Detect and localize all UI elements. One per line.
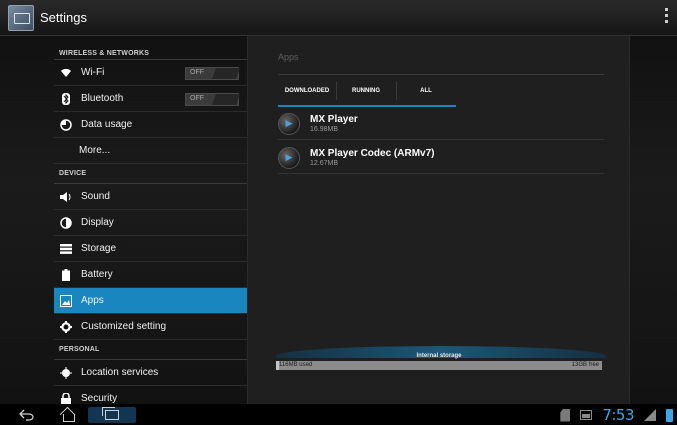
settings-item-label: More... xyxy=(79,145,111,156)
settings-item-apps[interactable]: Apps xyxy=(54,288,247,314)
signal-icon xyxy=(644,409,656,421)
sd-card-icon xyxy=(560,408,571,422)
status-tray[interactable]: 7:53 xyxy=(560,406,673,424)
speaker-icon xyxy=(59,190,73,204)
settings-item-label: Data usage xyxy=(81,119,133,130)
settings-item-label: Sound xyxy=(81,191,110,202)
home-button[interactable] xyxy=(57,407,79,423)
panel-title: Apps xyxy=(278,52,299,62)
tab-downloaded[interactable]: DOWNLOADED xyxy=(278,76,336,106)
image-notification-icon xyxy=(580,410,593,420)
apps-panel: Apps DOWNLOADED RUNNING ALL ▶ MX Player … xyxy=(247,36,630,404)
storage-bar: 116MB used 13GB free xyxy=(276,361,602,370)
app-title: Settings xyxy=(40,10,87,25)
recent-apps-button[interactable] xyxy=(88,407,136,423)
lock-icon xyxy=(59,392,73,404)
clock: 7:53 xyxy=(602,406,634,424)
storage-title: Internal storage xyxy=(416,353,462,359)
section-header-wireless: WIRELESS & NETWORKS xyxy=(54,36,247,60)
settings-item-bluetooth[interactable]: Bluetooth OFF xyxy=(54,86,247,112)
bluetooth-icon xyxy=(59,92,73,106)
settings-list[interactable]: WIRELESS & NETWORKS Wi-Fi OFF Bluetooth … xyxy=(54,36,247,404)
wifi-toggle[interactable]: OFF xyxy=(185,67,239,80)
play-icon: ▶ xyxy=(278,146,300,169)
gear-icon xyxy=(59,320,73,334)
battery-icon xyxy=(59,268,73,282)
section-header-personal: PERSONAL xyxy=(54,340,247,360)
settings-app-icon[interactable] xyxy=(8,5,34,31)
settings-item-label: Security xyxy=(81,393,118,404)
battery-status-icon xyxy=(666,408,673,422)
section-header-device: DEVICE xyxy=(54,164,247,184)
settings-item-sound[interactable]: Sound xyxy=(54,184,247,210)
tab-running[interactable]: RUNNING xyxy=(336,76,396,106)
settings-item-wifi[interactable]: Wi-Fi OFF xyxy=(54,60,247,86)
content-area: WIRELESS & NETWORKS Wi-Fi OFF Bluetooth … xyxy=(0,36,677,404)
settings-item-more[interactable]: More... xyxy=(54,138,247,164)
settings-item-label: Storage xyxy=(81,243,117,254)
toggle-state: OFF xyxy=(190,95,204,102)
storage-used-label: 116MB used xyxy=(279,362,313,368)
app-size: 12.67MB xyxy=(310,160,339,167)
apps-icon xyxy=(59,294,73,308)
settings-item-data-usage[interactable]: Data usage xyxy=(54,112,247,138)
list-item-app[interactable]: ▶ MX Player 16.98MB xyxy=(278,108,604,140)
storage-free-label: 13GB free xyxy=(571,362,599,368)
wifi-icon xyxy=(59,66,73,80)
app-name: MX Player xyxy=(310,114,358,125)
tab-bar: DOWNLOADED RUNNING ALL xyxy=(278,76,456,106)
action-bar: Settings xyxy=(0,0,677,36)
back-button[interactable] xyxy=(16,407,38,423)
system-bar: 7:53 xyxy=(0,404,677,425)
overflow-menu-icon[interactable] xyxy=(663,8,669,28)
settings-item-security[interactable]: Security xyxy=(54,386,247,404)
settings-item-display[interactable]: Display xyxy=(54,210,247,236)
tabs-divider xyxy=(278,74,604,75)
location-icon xyxy=(59,366,73,380)
tab-all[interactable]: ALL xyxy=(396,76,456,106)
recent-apps-icon xyxy=(102,407,119,420)
settings-item-storage[interactable]: Storage xyxy=(54,236,247,262)
home-icon xyxy=(61,409,75,422)
storage-icon xyxy=(59,242,73,256)
settings-item-label: Battery xyxy=(81,269,113,280)
settings-item-label: Wi-Fi xyxy=(81,67,105,78)
settings-item-location[interactable]: Location services xyxy=(54,360,247,386)
bluetooth-toggle[interactable]: OFF xyxy=(185,93,239,106)
app-name: MX Player Codec (ARMv7) xyxy=(310,148,435,159)
settings-item-label: Apps xyxy=(81,295,104,306)
play-icon: ▶ xyxy=(278,112,300,135)
toggle-state: OFF xyxy=(190,69,204,76)
settings-item-label: Bluetooth xyxy=(81,93,124,104)
list-item-app[interactable]: ▶ MX Player Codec (ARMv7) 12.67MB xyxy=(278,142,604,174)
tab-indicator xyxy=(278,105,456,107)
settings-item-customized[interactable]: Customized setting xyxy=(54,314,247,340)
settings-item-label: Customized setting xyxy=(81,321,167,332)
data-usage-icon xyxy=(59,118,73,132)
settings-item-battery[interactable]: Battery xyxy=(54,262,247,288)
settings-item-label: Location services xyxy=(81,367,159,378)
app-size: 16.98MB xyxy=(310,126,339,133)
settings-item-label: Display xyxy=(81,217,114,228)
display-icon xyxy=(59,216,73,230)
